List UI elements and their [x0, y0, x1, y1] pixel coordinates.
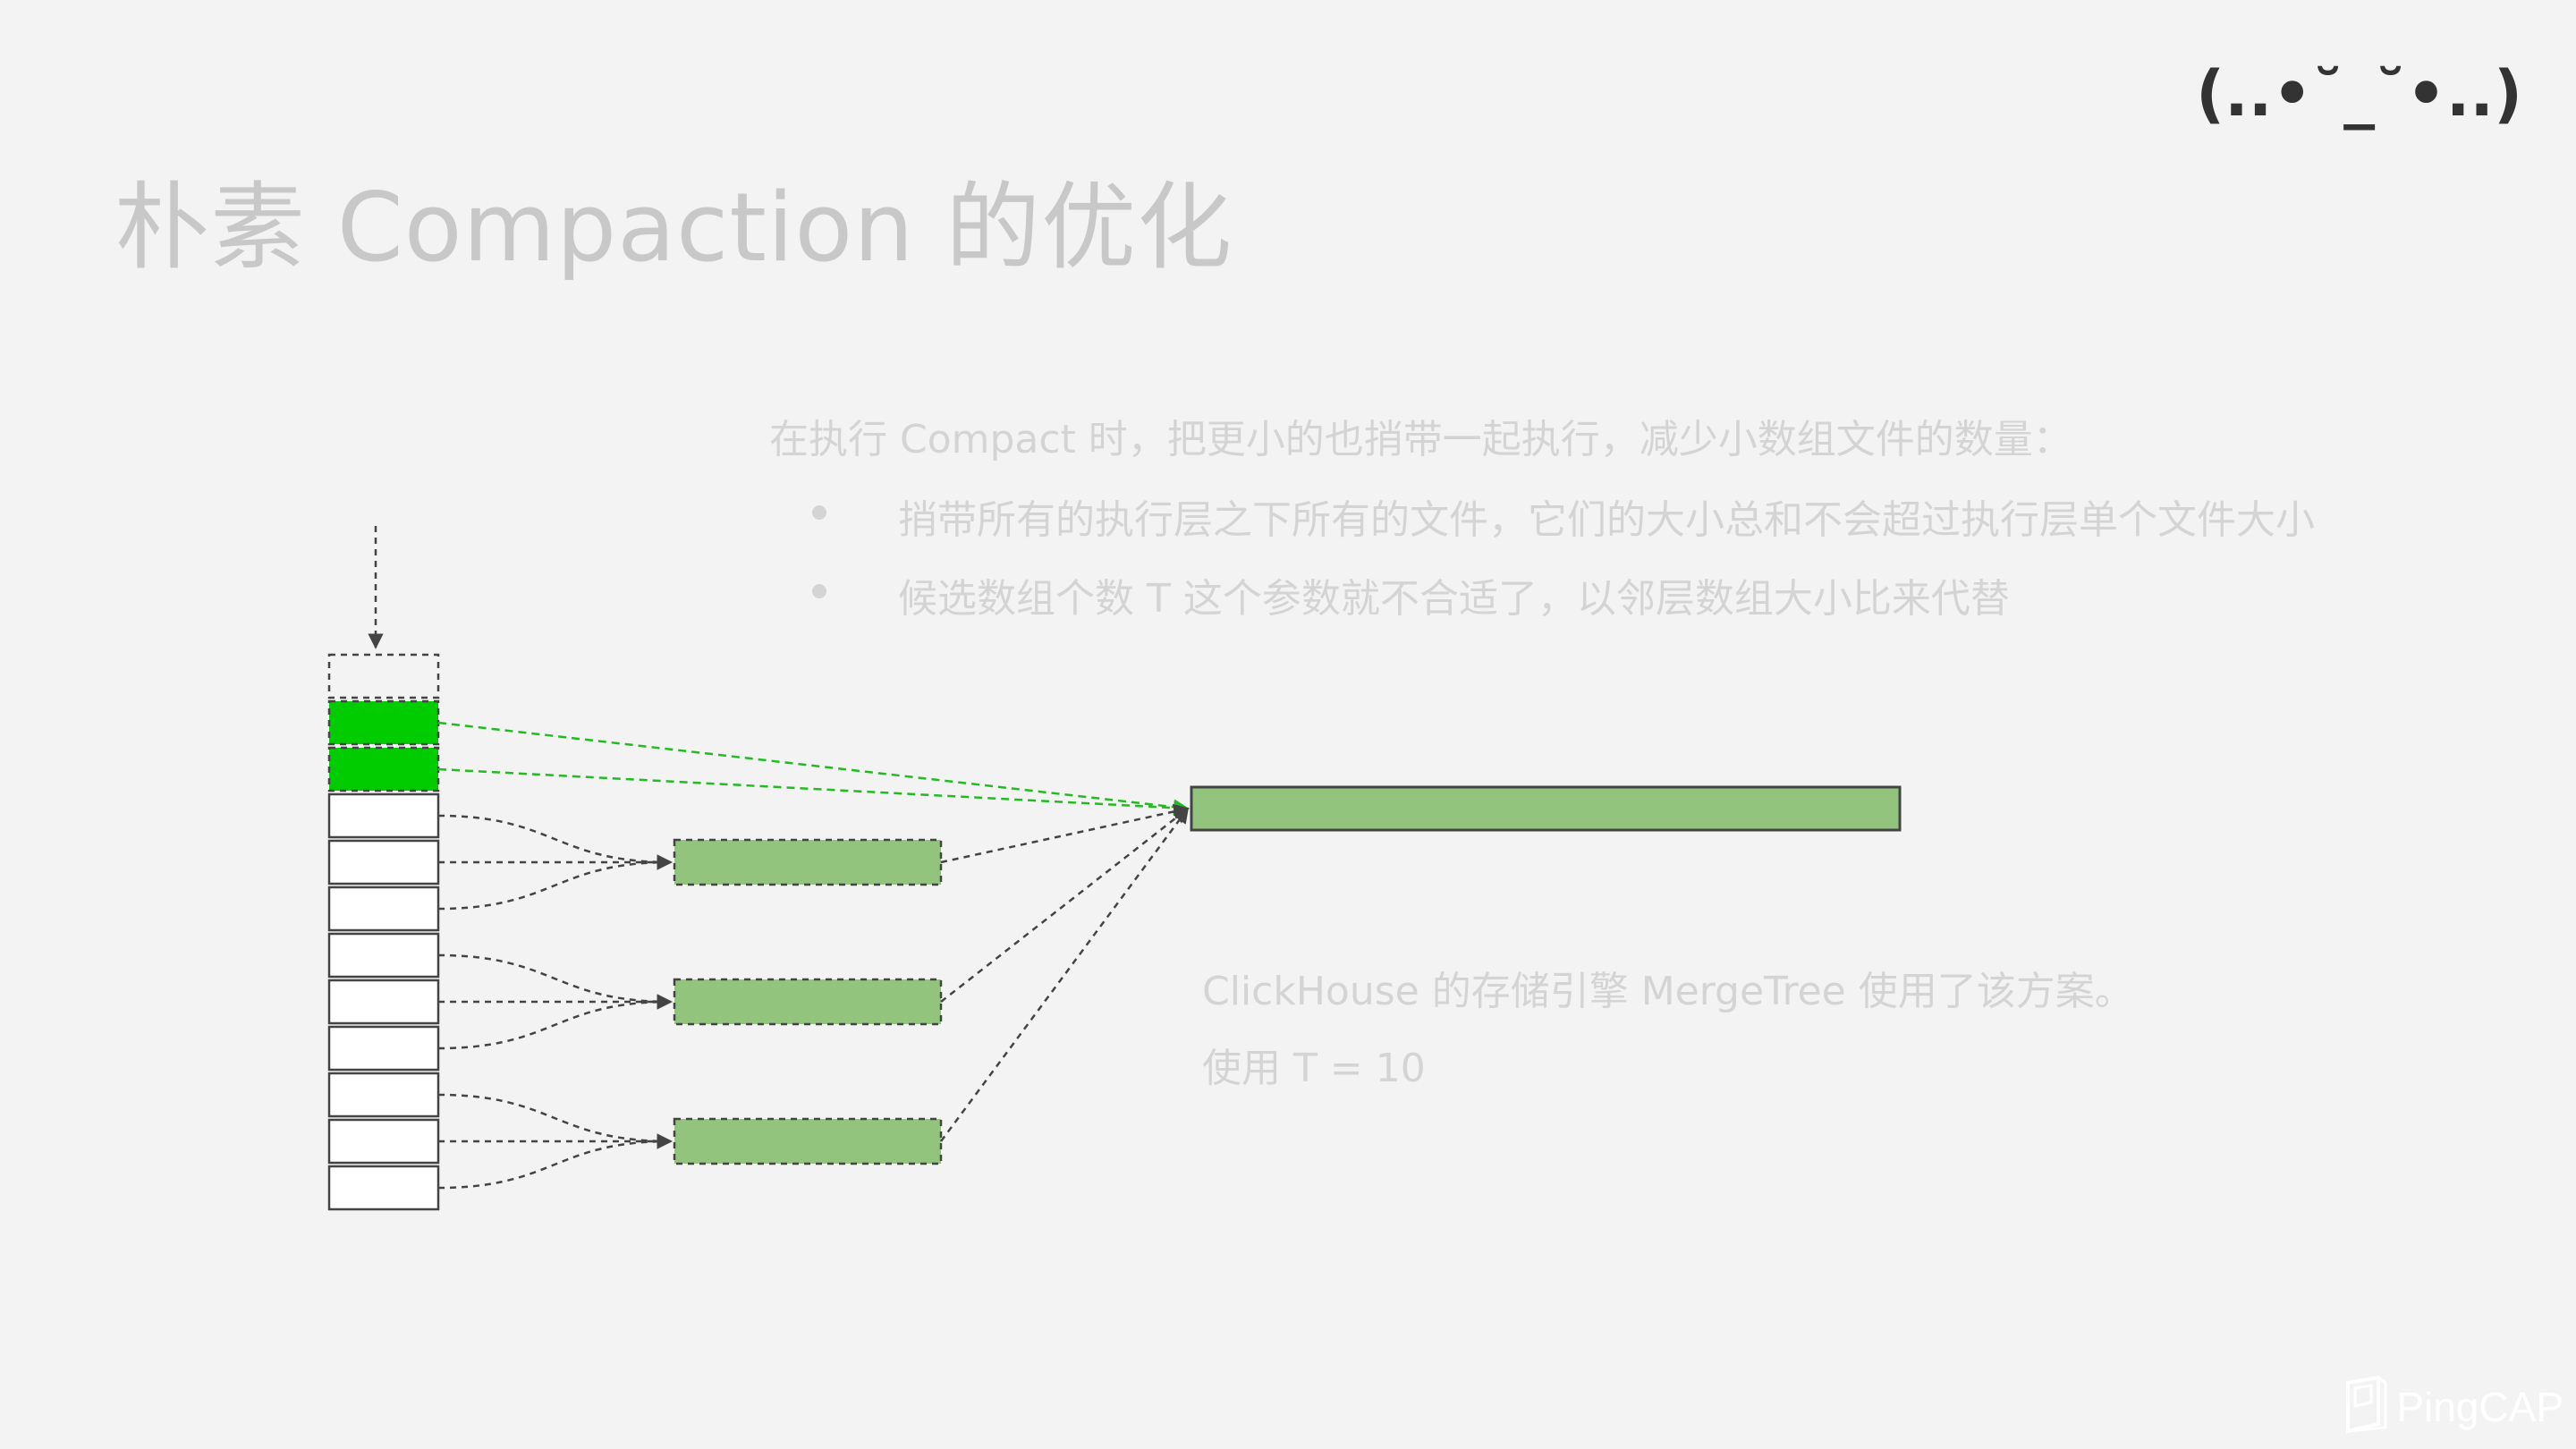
small-array-file: [327, 792, 440, 839]
compact-arrow: [939, 807, 1190, 1142]
merged-file: [673, 838, 943, 886]
merged-file: [673, 978, 943, 1026]
merge-arrow: [437, 854, 673, 911]
logo-text: PingCAP: [2396, 1384, 2563, 1430]
merge-arrow: [437, 1133, 673, 1190]
piggyback-arrow: [437, 767, 1190, 816]
merge-arrow: [437, 814, 673, 870]
small-array-file: [327, 1165, 440, 1211]
compact-arrow: [940, 807, 1190, 1003]
merge-arrow: [437, 953, 673, 1010]
compacted-file: [1190, 785, 1902, 832]
diagram-layer: [327, 526, 1902, 1211]
small-array-file: [327, 839, 440, 886]
compact-arrow: [940, 803, 1190, 864]
small-array-file: [327, 979, 440, 1025]
compaction-diagram: [327, 526, 1902, 1211]
merge-arrow: [437, 1093, 673, 1149]
small-array-file: [327, 1072, 440, 1118]
small-array-file: [327, 932, 440, 979]
merge-arrow: [437, 994, 673, 1050]
piggyback-file: [327, 699, 440, 746]
piggyback-file: [327, 746, 440, 792]
pingcap-logo-icon: [2346, 1376, 2387, 1434]
piggyback-arrow: [437, 721, 1190, 815]
small-array-file: [327, 1025, 440, 1072]
small-array-file: [327, 886, 440, 932]
empty-slot: [327, 653, 440, 699]
pingcap-logo: PingCAP: [2343, 1376, 2563, 1438]
small-array-file: [327, 1118, 440, 1165]
merged-file: [673, 1117, 943, 1165]
